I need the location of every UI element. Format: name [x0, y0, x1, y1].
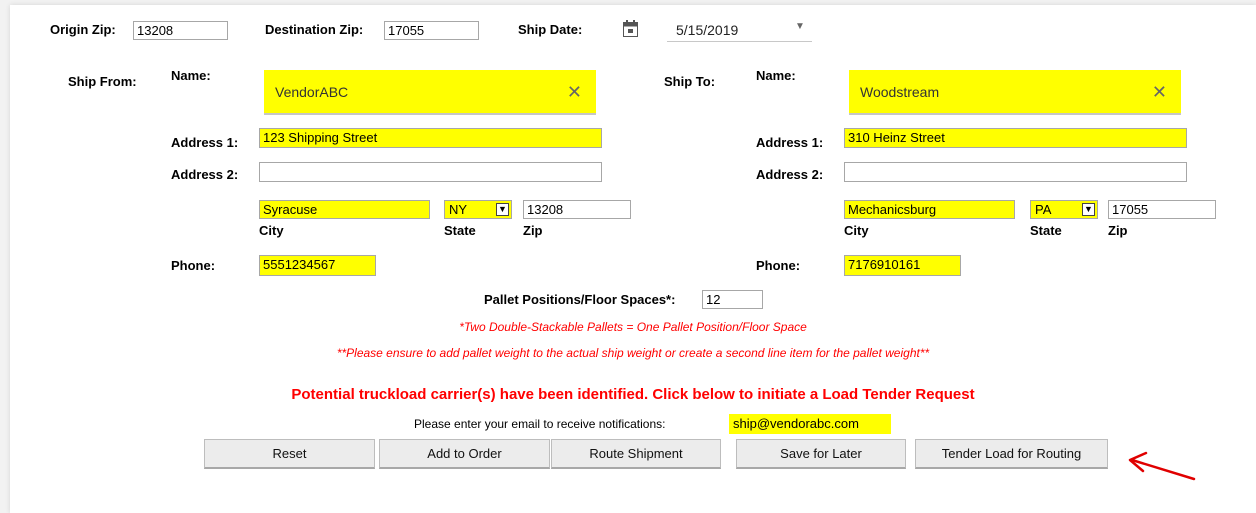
- load-tender-alert: Potential truckload carrier(s) have been…: [291, 386, 975, 403]
- ship-from-state-value: NY: [449, 202, 468, 217]
- clear-x-icon[interactable]: ✕: [567, 70, 582, 114]
- ship-to-state-label: State: [1030, 223, 1062, 238]
- pallet-positions-label: Pallet Positions/Floor Spaces*:: [484, 292, 676, 307]
- ship-to-city-input[interactable]: Mechanicsburg: [844, 200, 1015, 219]
- ship-to-name-value: Woodstream: [860, 84, 940, 100]
- ship-date-value: 5/15/2019: [676, 22, 739, 38]
- pallet-positions-input[interactable]: 12: [702, 290, 763, 309]
- ship-to-name-input[interactable]: Woodstream ✕: [849, 70, 1181, 115]
- ship-from-title: Ship From:: [68, 74, 137, 89]
- clear-x-icon[interactable]: ✕: [1152, 70, 1167, 114]
- pallet-note-stackable: *Two Double-Stackable Pallets = One Pall…: [459, 320, 807, 334]
- pallet-note-weight: **Please ensure to add pallet weight to …: [336, 346, 930, 360]
- ship-from-city-label: City: [259, 223, 284, 238]
- ship-to-name-label: Name:: [756, 68, 796, 83]
- chevron-down-icon[interactable]: ▼: [1082, 203, 1095, 216]
- caret-down-icon[interactable]: ▼: [795, 21, 805, 32]
- destination-zip-input[interactable]: 17055: [384, 21, 479, 40]
- ship-from-zip-label: Zip: [523, 223, 543, 238]
- ship-from-name-label: Name:: [171, 68, 211, 83]
- ship-from-name-input[interactable]: VendorABC ✕: [264, 70, 596, 115]
- ship-to-address2-input[interactable]: [844, 162, 1187, 182]
- email-input[interactable]: ship@vendorabc.com: [729, 414, 891, 434]
- chevron-down-icon[interactable]: ▼: [496, 203, 509, 216]
- route-shipment-button[interactable]: Route Shipment: [551, 439, 721, 469]
- ship-to-zip-label: Zip: [1108, 223, 1128, 238]
- ship-from-zip-input[interactable]: 13208: [523, 200, 631, 219]
- ship-to-address2-label: Address 2:: [756, 167, 824, 182]
- tender-load-button[interactable]: Tender Load for Routing: [915, 439, 1108, 469]
- destination-zip-label: Destination Zip:: [265, 22, 364, 37]
- ship-to-state-value: PA: [1035, 202, 1052, 217]
- ship-from-state-select[interactable]: NY ▼: [444, 200, 512, 219]
- ship-to-state-select[interactable]: PA ▼: [1030, 200, 1098, 219]
- ship-from-phone-label: Phone:: [171, 258, 216, 273]
- ship-date-label: Ship Date:: [518, 22, 583, 37]
- save-for-later-button[interactable]: Save for Later: [736, 439, 906, 469]
- origin-zip-label: Origin Zip:: [50, 22, 116, 37]
- shipment-form-panel: Origin Zip: 13208 Destination Zip: 17055…: [10, 5, 1256, 513]
- calendar-icon[interactable]: [623, 20, 638, 40]
- ship-to-address1-input[interactable]: 310 Heinz Street: [844, 128, 1187, 148]
- ship-from-phone-input[interactable]: 5551234567: [259, 255, 376, 276]
- ship-from-state-label: State: [444, 223, 476, 238]
- ship-from-address1-label: Address 1:: [171, 135, 239, 150]
- email-label: Please enter your email to receive notif…: [414, 417, 666, 431]
- add-to-order-button[interactable]: Add to Order: [379, 439, 550, 469]
- reset-button[interactable]: Reset: [204, 439, 375, 469]
- ship-to-zip-input[interactable]: 17055: [1108, 200, 1216, 219]
- ship-to-phone-input[interactable]: 7176910161: [844, 255, 961, 276]
- ship-from-name-value: VendorABC: [275, 84, 349, 100]
- red-arrow-annotation: [1128, 451, 1196, 481]
- ship-to-city-label: City: [844, 223, 869, 238]
- ship-to-address1-label: Address 1:: [756, 135, 824, 150]
- ship-date-picker[interactable]: 5/15/2019 ▼: [667, 17, 812, 42]
- ship-to-phone-label: Phone:: [756, 258, 801, 273]
- ship-from-address2-input[interactable]: [259, 162, 602, 182]
- ship-from-address2-label: Address 2:: [171, 167, 239, 182]
- ship-from-address1-input[interactable]: 123 Shipping Street: [259, 128, 602, 148]
- ship-to-title: Ship To:: [664, 74, 716, 89]
- ship-from-city-input[interactable]: Syracuse: [259, 200, 430, 219]
- origin-zip-input[interactable]: 13208: [133, 21, 228, 40]
